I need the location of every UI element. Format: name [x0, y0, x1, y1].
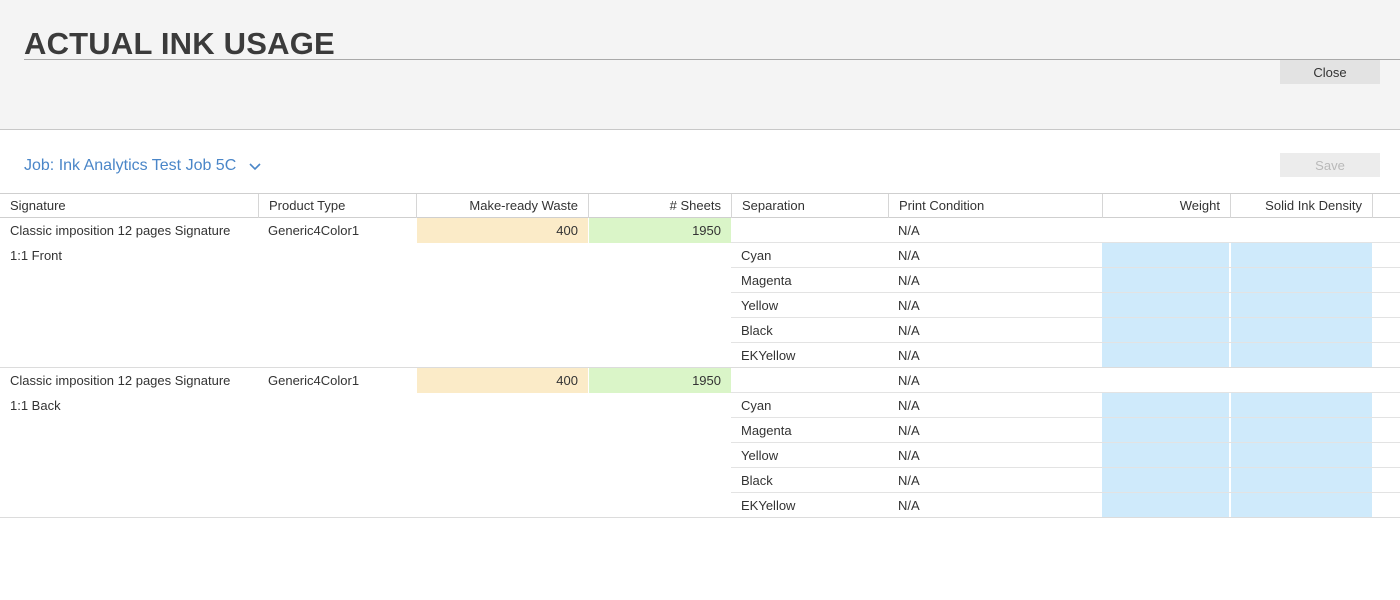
separation-cell: Yellow	[741, 298, 779, 313]
close-button[interactable]: Close	[1280, 60, 1380, 84]
print-condition-cell: N/A	[898, 423, 920, 438]
table-header: Signature Product Type Make-ready Waste …	[0, 193, 1400, 218]
weight-input[interactable]	[1102, 343, 1229, 367]
print-condition-cell: N/A	[898, 273, 920, 288]
sheets-cell[interactable]: 1950	[589, 368, 731, 393]
side-cell: 1:1 Back	[10, 398, 61, 413]
weight-input[interactable]	[1102, 493, 1229, 517]
solid-ink-density-input[interactable]	[1231, 268, 1372, 292]
weight-input[interactable]	[1102, 443, 1229, 467]
print-condition-cell: N/A	[898, 223, 920, 238]
solid-ink-density-input[interactable]	[1231, 318, 1372, 342]
separation-cell: EKYellow	[741, 348, 796, 363]
separation-cell: Magenta	[741, 273, 792, 288]
separation-cell: Black	[741, 323, 773, 338]
solid-ink-density-input[interactable]	[1231, 243, 1372, 267]
signature-cell: Classic imposition 12 pages Signature	[10, 223, 231, 238]
print-condition-cell: N/A	[898, 323, 920, 338]
dialog-header: ACTUAL INK USAGE Close	[0, 0, 1400, 130]
signature-cell: Classic imposition 12 pages Signature	[10, 373, 231, 388]
job-label: Job: Ink Analytics Test Job 5C	[24, 157, 237, 174]
separation-cell: Yellow	[741, 448, 779, 463]
separation-cell: Cyan	[741, 248, 772, 263]
print-condition-cell: N/A	[898, 448, 920, 463]
col-signature[interactable]: Signature	[0, 194, 259, 218]
solid-ink-density-input[interactable]	[1231, 393, 1372, 417]
col-product-type[interactable]: Product Type	[259, 194, 417, 218]
weight-input[interactable]	[1102, 468, 1229, 492]
solid-ink-density-input[interactable]	[1231, 343, 1372, 367]
solid-ink-density-input[interactable]	[1231, 443, 1372, 467]
chevron-down-icon	[248, 159, 262, 173]
weight-input[interactable]	[1102, 318, 1229, 342]
weight-input[interactable]	[1102, 293, 1229, 317]
ink-usage-table: Signature Product Type Make-ready Waste …	[0, 193, 1400, 518]
makeready-waste-cell[interactable]: 400	[417, 218, 588, 243]
weight-input[interactable]	[1102, 268, 1229, 292]
col-makeready-waste[interactable]: Make-ready Waste	[417, 194, 589, 218]
side-cell: 1:1 Front	[10, 248, 63, 263]
weight-input[interactable]	[1102, 418, 1229, 442]
job-selector[interactable]: Job: Ink Analytics Test Job 5C	[24, 156, 262, 176]
col-print-condition[interactable]: Print Condition	[889, 194, 1103, 218]
print-condition-cell: N/A	[898, 473, 920, 488]
makeready-waste-cell[interactable]: 400	[417, 368, 588, 393]
separation-cell: Black	[741, 473, 773, 488]
solid-ink-density-input[interactable]	[1231, 418, 1372, 442]
print-condition-cell: N/A	[898, 348, 920, 363]
print-condition-cell: N/A	[898, 498, 920, 513]
col-sheets[interactable]: # Sheets	[589, 194, 732, 218]
separation-cell: Magenta	[741, 423, 792, 438]
print-condition-cell: N/A	[898, 398, 920, 413]
solid-ink-density-input[interactable]	[1231, 293, 1372, 317]
table-row: Classic imposition 12 pages Signature 1:…	[0, 218, 1400, 368]
table-row: Classic imposition 12 pages Signature 1:…	[0, 368, 1400, 518]
separation-cell: EKYellow	[741, 498, 796, 513]
title-divider	[24, 59, 1400, 60]
product-type-cell: Generic4Color1	[268, 373, 360, 388]
print-condition-cell: N/A	[898, 373, 920, 388]
weight-input[interactable]	[1102, 243, 1229, 267]
col-separation[interactable]: Separation	[732, 194, 889, 218]
print-condition-cell: N/A	[898, 298, 920, 313]
separation-cell: Cyan	[741, 398, 772, 413]
print-condition-cell: N/A	[898, 248, 920, 263]
save-button[interactable]: Save	[1280, 153, 1380, 177]
solid-ink-density-input[interactable]	[1231, 468, 1372, 492]
col-solid-ink-density[interactable]: Solid Ink Density	[1231, 194, 1373, 218]
weight-input[interactable]	[1102, 393, 1229, 417]
product-type-cell: Generic4Color1	[268, 223, 360, 238]
col-weight[interactable]: Weight	[1103, 194, 1231, 218]
page-title: ACTUAL INK USAGE	[24, 26, 335, 61]
sheets-cell[interactable]: 1950	[589, 218, 731, 243]
solid-ink-density-input[interactable]	[1231, 493, 1372, 517]
